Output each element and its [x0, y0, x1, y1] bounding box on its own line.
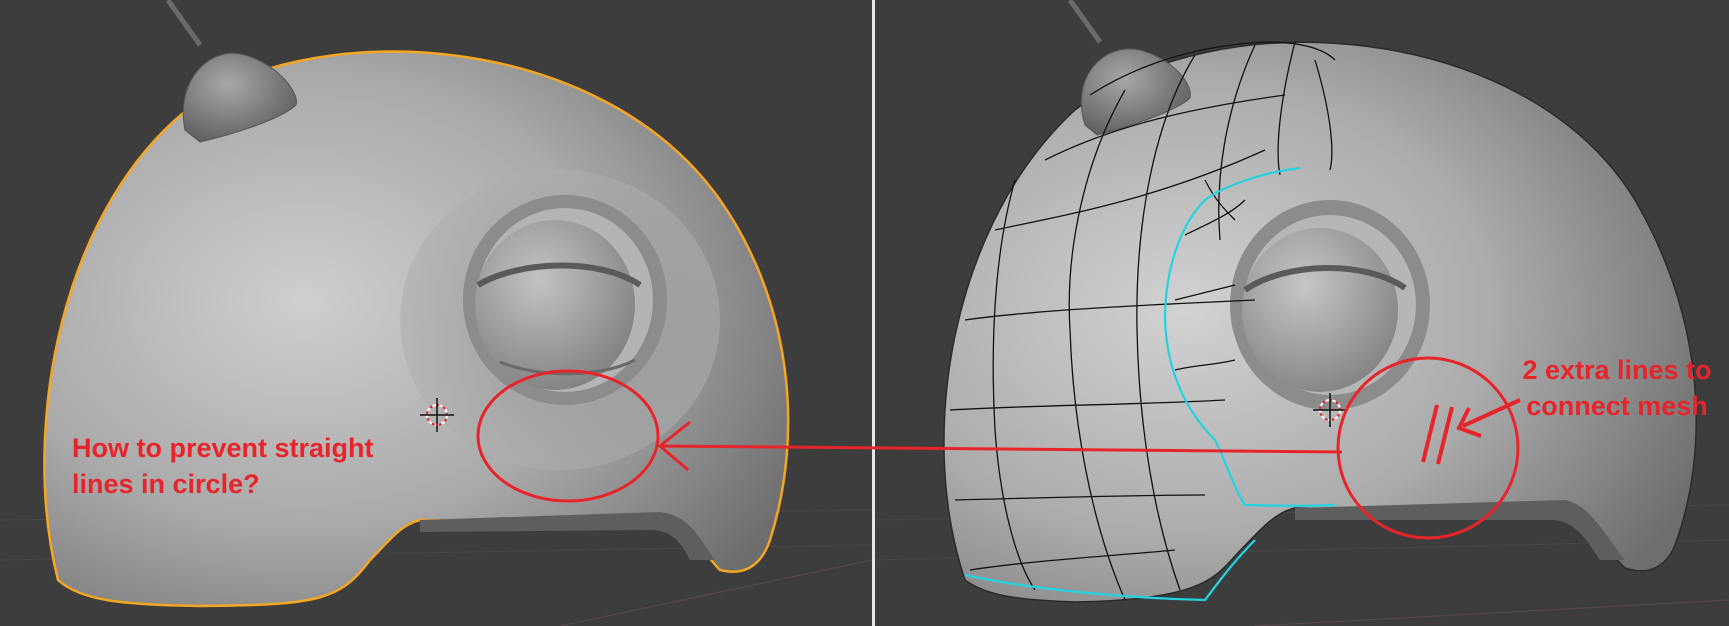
annotation-question: How to prevent straight lines in circle?: [72, 433, 374, 499]
helmet-underside: [1295, 500, 1625, 560]
left-viewport-canvas[interactable]: [0, 0, 872, 626]
right-viewport-canvas[interactable]: [875, 0, 1729, 626]
antenna: [1067, 0, 1103, 44]
annotation-note: 2 extra lines to connect mesh: [1522, 355, 1712, 421]
helmet-underside: [420, 512, 715, 560]
eye-ball[interactable]: [475, 220, 635, 390]
eye-ball[interactable]: [1242, 228, 1398, 392]
viewport-left[interactable]: How to prevent straight lines in circle?: [0, 0, 872, 626]
antenna: [165, 0, 203, 47]
viewport-right[interactable]: [875, 0, 1729, 626]
